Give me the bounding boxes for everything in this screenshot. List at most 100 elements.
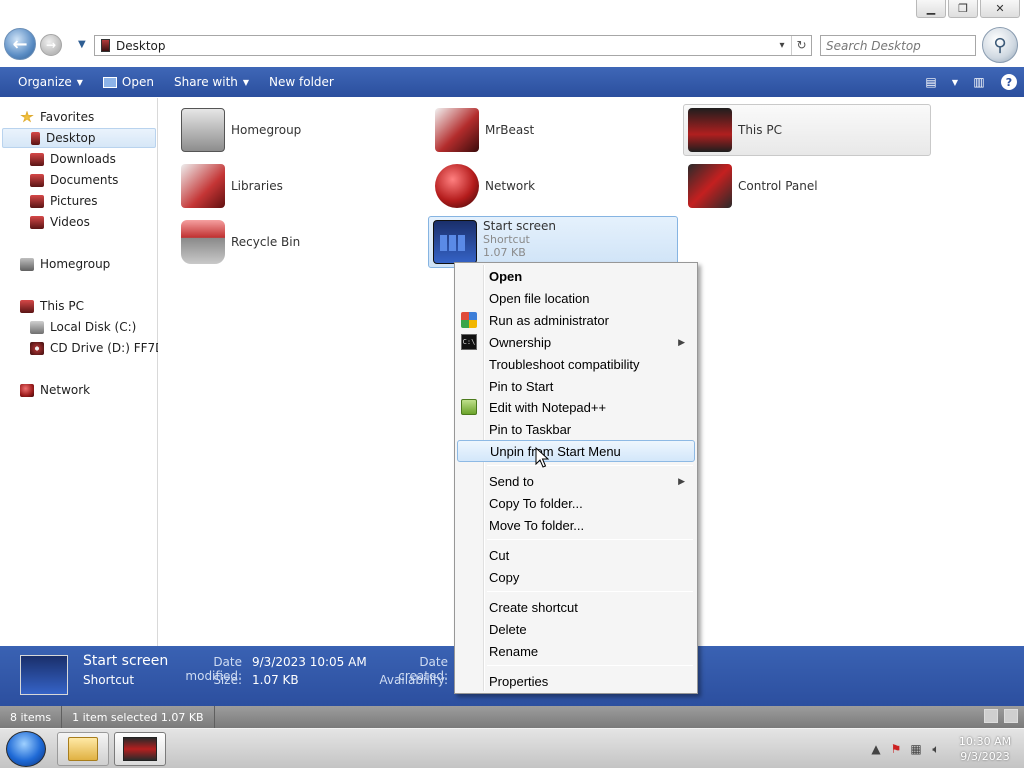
- refresh-icon[interactable]: ↻: [791, 36, 811, 55]
- availability-label: Availability:: [379, 673, 448, 687]
- menu-label: Open: [489, 268, 523, 284]
- open-label: Open: [121, 75, 154, 89]
- menu-edit-with-notepad[interactable]: Edit with Notepad++: [457, 396, 695, 418]
- menu-label: Edit with Notepad++: [489, 399, 607, 415]
- recent-pages-dropdown[interactable]: ▼: [78, 39, 86, 50]
- status-bar: 8 items 1 item selected 1.07 KB: [0, 706, 1024, 728]
- item-control-panel[interactable]: Control Panel: [683, 160, 931, 212]
- show-hidden-icons-icon[interactable]: ▲: [866, 740, 886, 758]
- preview-pane-icon[interactable]: ▥: [964, 67, 994, 97]
- item-label: Recycle Bin: [231, 235, 301, 249]
- nav-local-disk[interactable]: Local Disk (C:): [30, 317, 136, 337]
- menu-label: Copy To folder...: [489, 495, 583, 511]
- menu-delete[interactable]: Delete: [457, 618, 695, 640]
- menu-run-as-administrator[interactable]: Run as administrator: [457, 309, 695, 331]
- item-recycle-bin[interactable]: Recycle Bin: [176, 216, 424, 268]
- search-icon[interactable]: ⚲: [982, 27, 1018, 63]
- menu-send-to[interactable]: Send to ▶: [457, 470, 695, 492]
- size-label: Size:: [213, 673, 242, 687]
- taskbar: ▲ ⚑ ▦ 🔈︎ 10:30 AM 9/3/2023: [0, 728, 1024, 768]
- nav-network[interactable]: Network: [20, 380, 90, 400]
- menu-cut[interactable]: Cut: [457, 544, 695, 566]
- organize-button[interactable]: Organize ▼: [8, 67, 93, 97]
- nav-desktop[interactable]: Desktop: [2, 128, 156, 148]
- network-status-icon[interactable]: ▦: [906, 740, 926, 758]
- nav-favorites[interactable]: Favorites: [20, 107, 94, 127]
- taskbar-explorer-button[interactable]: [57, 732, 109, 766]
- menu-copy-to-folder[interactable]: Copy To folder...: [457, 492, 695, 514]
- menu-copy[interactable]: Copy: [457, 566, 695, 588]
- change-view-icon[interactable]: ▤: [916, 67, 946, 97]
- nav-videos[interactable]: Videos: [30, 212, 90, 232]
- nav-pictures[interactable]: Pictures: [30, 191, 98, 211]
- menu-label: Ownership: [489, 334, 552, 350]
- menu-pin-to-start[interactable]: Pin to Start: [457, 375, 695, 397]
- view-options-dropdown-icon[interactable]: ▼: [946, 67, 964, 97]
- nav-label: Desktop: [46, 131, 96, 145]
- item-size: 1.07 KB: [483, 246, 526, 259]
- app-icon: [123, 737, 157, 761]
- help-button[interactable]: ?: [994, 67, 1024, 97]
- navigation-pane: Favorites Desktop Downloads Documents Pi…: [0, 98, 158, 646]
- search-input[interactable]: Search Desktop: [820, 35, 976, 56]
- nav-label: Network: [40, 383, 91, 397]
- item-type: Shortcut: [483, 233, 530, 246]
- large-icons-view-icon[interactable]: [1004, 709, 1018, 723]
- menu-open[interactable]: Open: [457, 265, 695, 287]
- menu-troubleshoot-compatibility[interactable]: Troubleshoot compatibility: [457, 353, 695, 375]
- menu-properties[interactable]: Properties: [457, 670, 695, 692]
- homegroup-icon: [181, 108, 225, 152]
- nav-documents[interactable]: Documents: [30, 170, 118, 190]
- menu-create-shortcut[interactable]: Create shortcut: [457, 596, 695, 618]
- taskbar-app-button[interactable]: [114, 732, 166, 766]
- clock-time: 10:30 AM: [958, 735, 1012, 748]
- nav-cd-drive[interactable]: CD Drive (D:) FF7DISC: [30, 338, 158, 358]
- volume-icon[interactable]: 🔈︎: [926, 740, 946, 758]
- item-text: Start screen Shortcut 1.07 KB: [483, 217, 556, 259]
- item-network[interactable]: Network: [430, 160, 678, 212]
- menu-move-to-folder[interactable]: Move To folder...: [457, 514, 695, 536]
- address-bar[interactable]: Desktop ▾ ↻: [94, 35, 812, 56]
- item-mrbeast[interactable]: MrBeast: [430, 104, 678, 156]
- start-orb-icon[interactable]: [6, 731, 46, 767]
- item-libraries[interactable]: Libraries: [176, 160, 424, 212]
- back-arrow-icon: ←: [12, 33, 28, 55]
- nav-label: This PC: [40, 299, 84, 313]
- item-start-screen[interactable]: Start screen Shortcut 1.07 KB: [428, 216, 678, 268]
- menu-unpin-from-start-menu[interactable]: Unpin from Start Menu: [457, 440, 695, 462]
- nav-homegroup[interactable]: Homegroup: [20, 254, 110, 274]
- menu-pin-to-taskbar[interactable]: Pin to Taskbar: [457, 418, 695, 440]
- nav-downloads[interactable]: Downloads: [30, 149, 116, 169]
- selection-info: 1 item selected 1.07 KB: [62, 706, 215, 728]
- back-button[interactable]: ←: [4, 28, 36, 60]
- forward-button[interactable]: →: [40, 34, 62, 56]
- address-dropdown-icon[interactable]: ▾: [773, 40, 791, 51]
- menu-rename[interactable]: Rename: [457, 640, 695, 662]
- menu-label: Move To folder...: [489, 517, 585, 533]
- item-homegroup[interactable]: Homegroup: [176, 104, 424, 156]
- open-button[interactable]: Open: [93, 67, 164, 97]
- menu-open-file-location[interactable]: Open file location: [457, 287, 695, 309]
- item-this-pc[interactable]: This PC: [683, 104, 931, 156]
- computer-icon: [20, 299, 34, 313]
- clock[interactable]: 10:30 AM 9/3/2023: [946, 734, 1024, 764]
- close-button[interactable]: ✕: [980, 0, 1020, 18]
- desktop-folder-icon: [101, 39, 110, 52]
- action-center-icon[interactable]: ⚑: [886, 740, 906, 758]
- share-with-button[interactable]: Share with ▼: [164, 67, 259, 97]
- restore-button[interactable]: ❐: [948, 0, 978, 18]
- item-label: Network: [485, 179, 536, 193]
- submenu-arrow-icon: ▶: [678, 475, 685, 486]
- menu-ownership[interactable]: C:\ Ownership ▶: [457, 331, 695, 353]
- menu-label: Delete: [489, 621, 527, 637]
- minimize-button[interactable]: ▁: [916, 0, 946, 18]
- hard-drive-icon: [30, 320, 44, 334]
- details-view-icon[interactable]: [984, 709, 998, 723]
- item-label: MrBeast: [485, 123, 535, 137]
- menu-label: Troubleshoot compatibility: [489, 356, 640, 372]
- menu-label: Run as administrator: [489, 312, 609, 328]
- nav-this-pc[interactable]: This PC: [20, 296, 84, 316]
- new-folder-button[interactable]: New folder: [259, 67, 344, 97]
- nav-label: Pictures: [50, 194, 98, 208]
- cd-drive-icon: [30, 341, 44, 355]
